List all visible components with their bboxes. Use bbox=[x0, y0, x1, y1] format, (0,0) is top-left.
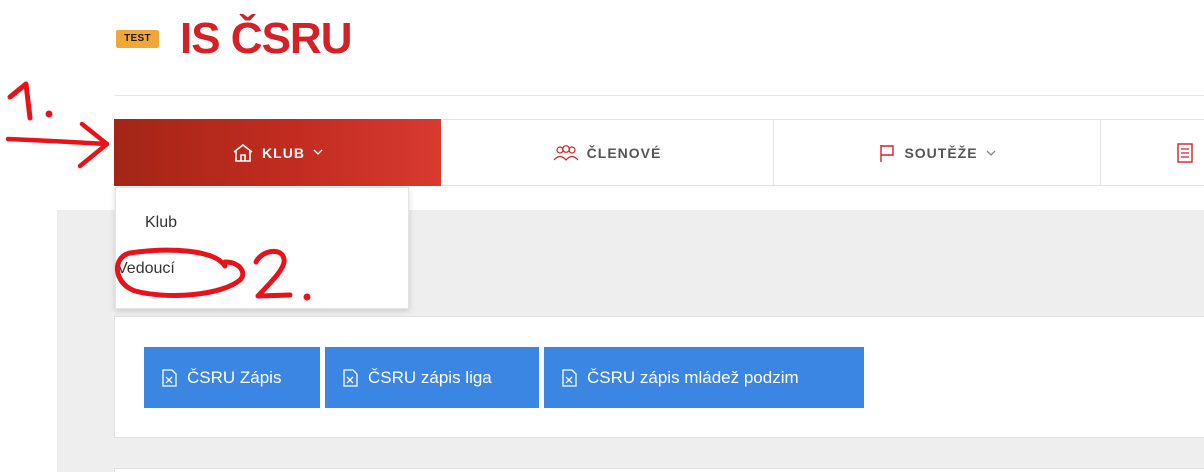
csru-zapis-button[interactable]: ČSRU Zápis bbox=[144, 347, 320, 408]
csru-zapis-liga-button[interactable]: ČSRU zápis liga bbox=[325, 347, 539, 408]
csru-zapis-liga-label: ČSRU zápis liga bbox=[368, 367, 492, 387]
dropdown-item-vedouci[interactable]: Vedoucí bbox=[117, 260, 175, 278]
page-root: TEST IS ČSRU KLUB ČLENOVÉ SOUTĚŽE ČSRU Z… bbox=[0, 0, 1204, 472]
annotation-step1-dot bbox=[45, 110, 53, 118]
chevron-down-icon bbox=[986, 150, 996, 156]
arrow-annotation bbox=[5, 136, 109, 147]
nav-item-klub[interactable]: KLUB bbox=[114, 119, 441, 186]
nav-item-souteze[interactable]: SOUTĚŽE bbox=[774, 120, 1101, 186]
nav-item-more[interactable] bbox=[1101, 120, 1204, 186]
nav-label-souteze: SOUTĚŽE bbox=[904, 145, 978, 161]
csru-zapis-label: ČSRU Zápis bbox=[187, 367, 282, 387]
app-title[interactable]: IS ČSRU bbox=[180, 14, 352, 64]
test-badge: TEST bbox=[116, 30, 159, 48]
nav-label-clenove: ČLENOVÉ bbox=[586, 145, 662, 161]
dropdown-item-klub[interactable]: Klub bbox=[145, 214, 177, 232]
arrowhead-annotation bbox=[77, 121, 110, 169]
header-divider bbox=[115, 95, 1204, 96]
home-icon bbox=[233, 143, 253, 162]
excel-icon bbox=[562, 368, 577, 387]
second-panel bbox=[114, 468, 1204, 472]
csru-zapis-mladez-label: ČSRU zápis mládež podzim bbox=[587, 367, 799, 387]
flag-icon bbox=[880, 145, 895, 162]
main-nav: KLUB ČLENOVÉ SOUTĚŽE bbox=[114, 119, 1204, 186]
nav-label-klub: KLUB bbox=[262, 144, 305, 161]
klub-dropdown-menu bbox=[115, 187, 409, 309]
document-icon bbox=[1177, 143, 1193, 163]
excel-icon bbox=[343, 368, 358, 387]
nav-item-clenove[interactable]: ČLENOVÉ bbox=[441, 120, 774, 186]
csru-zapis-mladez-button[interactable]: ČSRU zápis mládež podzim bbox=[544, 347, 864, 408]
excel-icon bbox=[162, 368, 177, 387]
people-icon bbox=[553, 145, 579, 161]
chevron-down-icon bbox=[313, 149, 323, 155]
annotation-step1-digit bbox=[7, 81, 33, 121]
